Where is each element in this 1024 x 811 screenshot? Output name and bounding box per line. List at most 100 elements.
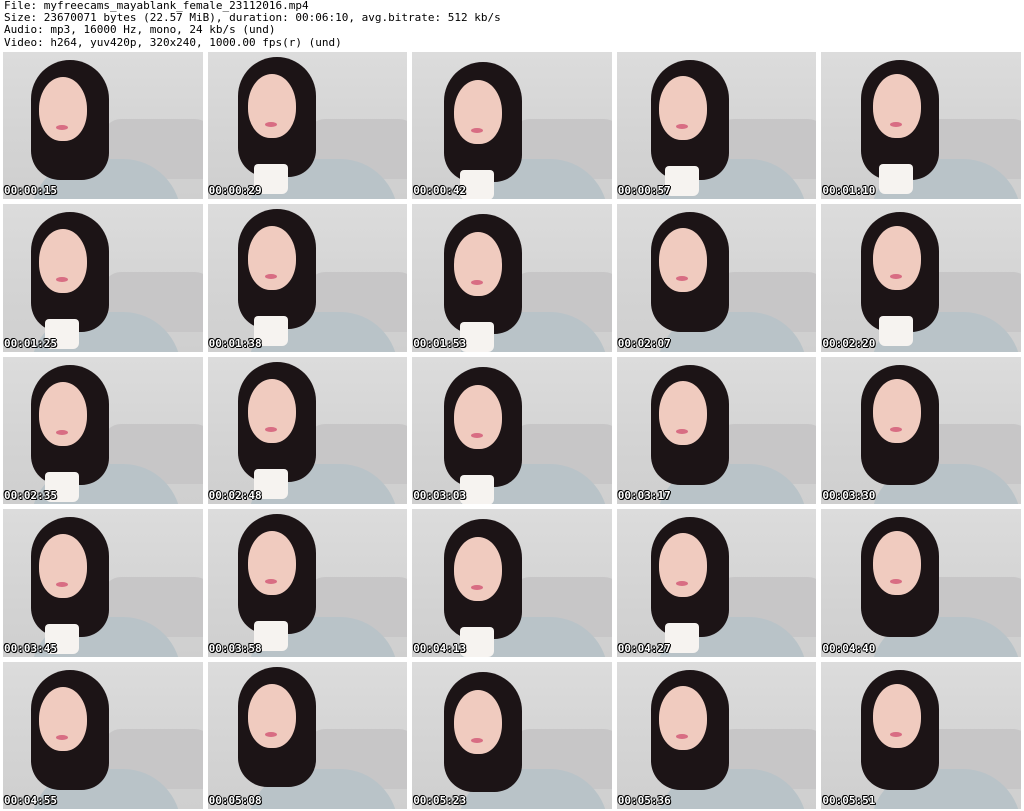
face-shape (873, 74, 922, 138)
thumbnail-timestamp: 00:01:38 (208, 336, 262, 350)
lips-shape (471, 737, 484, 743)
thumbnail-scene (617, 662, 817, 809)
thumbnail-scene (412, 52, 612, 200)
thumbnail-timestamp: 00:01:53 (413, 336, 467, 350)
lips-shape (675, 428, 688, 434)
thumbnail-timestamp: 00:03:30 (822, 489, 876, 503)
lips-shape (56, 125, 68, 130)
video-thumbnail: 00:04:13 (412, 509, 612, 657)
thumbnail-timestamp: 00:03:58 (208, 641, 262, 655)
video-thumbnail: 00:01:10 (821, 52, 1021, 200)
thumbnail-timestamp: 00:03:17 (617, 489, 671, 503)
video-thumbnail: 00:00:57 (616, 52, 817, 200)
thumbnail-scene (3, 662, 203, 809)
face-shape (247, 74, 296, 138)
video-info-line: Video: h264, yuv420p, 320x240, 1000.00 f… (4, 35, 342, 49)
thumbnail-scene (3, 52, 203, 200)
video-thumbnail: 00:03:03 (412, 356, 612, 505)
face-shape (873, 683, 922, 748)
video-thumbnail: 00:00:29 (207, 52, 408, 200)
thumbnail-scene (3, 357, 203, 505)
face-shape (247, 378, 296, 443)
thumbnail-scene (208, 509, 408, 657)
video-thumbnail: 00:04:40 (821, 509, 1021, 657)
lips-shape (471, 432, 484, 438)
face-shape (658, 533, 707, 598)
thumbnail-scene (617, 204, 817, 352)
lips-shape (56, 429, 68, 435)
face-shape (873, 378, 922, 443)
face-shape (39, 77, 87, 141)
face-shape (39, 229, 87, 294)
thumbnail-timestamp: 00:05:23 (413, 793, 467, 807)
video-thumbnail: 00:01:38 (207, 204, 408, 352)
lips-shape (890, 426, 903, 432)
thumbnail-scene (821, 204, 1021, 352)
lips-shape (675, 124, 688, 129)
thumbnail-timestamp: 00:03:03 (413, 489, 467, 503)
face-shape (873, 226, 922, 291)
face-shape (873, 531, 922, 596)
video-thumbnail: 00:04:27 (616, 509, 817, 657)
thumbnail-grid: 00:00:15 00:00:29 00:00:42 00:00:57 00:0… (3, 52, 1021, 809)
thumbnail-timestamp: 00:03:45 (4, 641, 57, 655)
face-shape (247, 226, 296, 291)
thumbnail-timestamp: 00:04:55 (4, 793, 57, 807)
thumbnail-timestamp: 00:02:48 (208, 489, 262, 503)
thumbnail-scene (412, 662, 612, 809)
thumbnail-scene (208, 357, 408, 505)
thumbnail-timestamp: 00:05:36 (617, 793, 671, 807)
thumbnail-scene (3, 509, 203, 657)
face-shape (658, 685, 707, 750)
thumbnail-scene (821, 52, 1021, 200)
cup-shape (879, 316, 914, 347)
video-thumbnail: 00:01:25 (3, 204, 203, 352)
video-thumbnail: 00:02:35 (3, 356, 203, 505)
video-thumbnail: 00:03:45 (3, 509, 203, 657)
lips-shape (264, 122, 277, 127)
thumbnail-timestamp: 00:00:42 (413, 184, 467, 198)
face-shape (658, 380, 707, 445)
face-shape (39, 686, 87, 751)
face-shape (658, 228, 707, 293)
video-thumbnail: 00:02:07 (616, 204, 817, 352)
video-thumbnail: 00:05:23 (412, 661, 612, 809)
video-thumbnail: 00:03:30 (821, 356, 1021, 505)
thumbnail-scene (208, 204, 408, 352)
thumbnail-timestamp: 00:05:08 (208, 793, 262, 807)
thumbnail-scene (821, 509, 1021, 657)
thumbnail-scene (208, 52, 408, 200)
file-info-header: File: myfreecams_mayablank_female_231120… (4, 0, 1020, 50)
cup-shape (879, 164, 914, 194)
thumbnail-scene (3, 204, 203, 352)
thumbnail-timestamp: 00:04:27 (617, 641, 671, 655)
face-shape (454, 689, 503, 754)
thumbnail-timestamp: 00:02:35 (4, 489, 57, 503)
thumbnail-scene (412, 204, 612, 352)
lips-shape (890, 731, 903, 737)
face-shape (454, 232, 503, 297)
thumbnail-scene (821, 662, 1021, 809)
thumbnail-scene (412, 357, 612, 505)
video-thumbnail: 00:00:15 (3, 52, 203, 200)
video-thumbnail: 00:05:51 (821, 661, 1021, 809)
lips-shape (264, 579, 277, 585)
video-thumbnail: 00:03:17 (616, 356, 817, 505)
thumbnail-timestamp: 00:00:15 (4, 184, 57, 198)
lips-shape (675, 733, 688, 739)
video-thumbnail: 00:02:20 (821, 204, 1021, 352)
thumbnail-scene (412, 509, 612, 657)
lips-shape (56, 734, 68, 740)
face-shape (658, 76, 707, 140)
thumbnail-scene (617, 52, 817, 200)
video-thumbnail: 00:05:36 (616, 661, 817, 809)
face-shape (247, 683, 296, 748)
thumbnail-scene (208, 662, 408, 809)
thumbnail-scene (821, 357, 1021, 505)
face-shape (454, 80, 503, 144)
thumbnail-scene (617, 357, 817, 505)
video-thumbnail: 00:02:48 (207, 356, 408, 505)
lips-shape (264, 731, 277, 737)
face-shape (39, 534, 87, 599)
video-thumbnail: 00:01:53 (412, 204, 612, 352)
